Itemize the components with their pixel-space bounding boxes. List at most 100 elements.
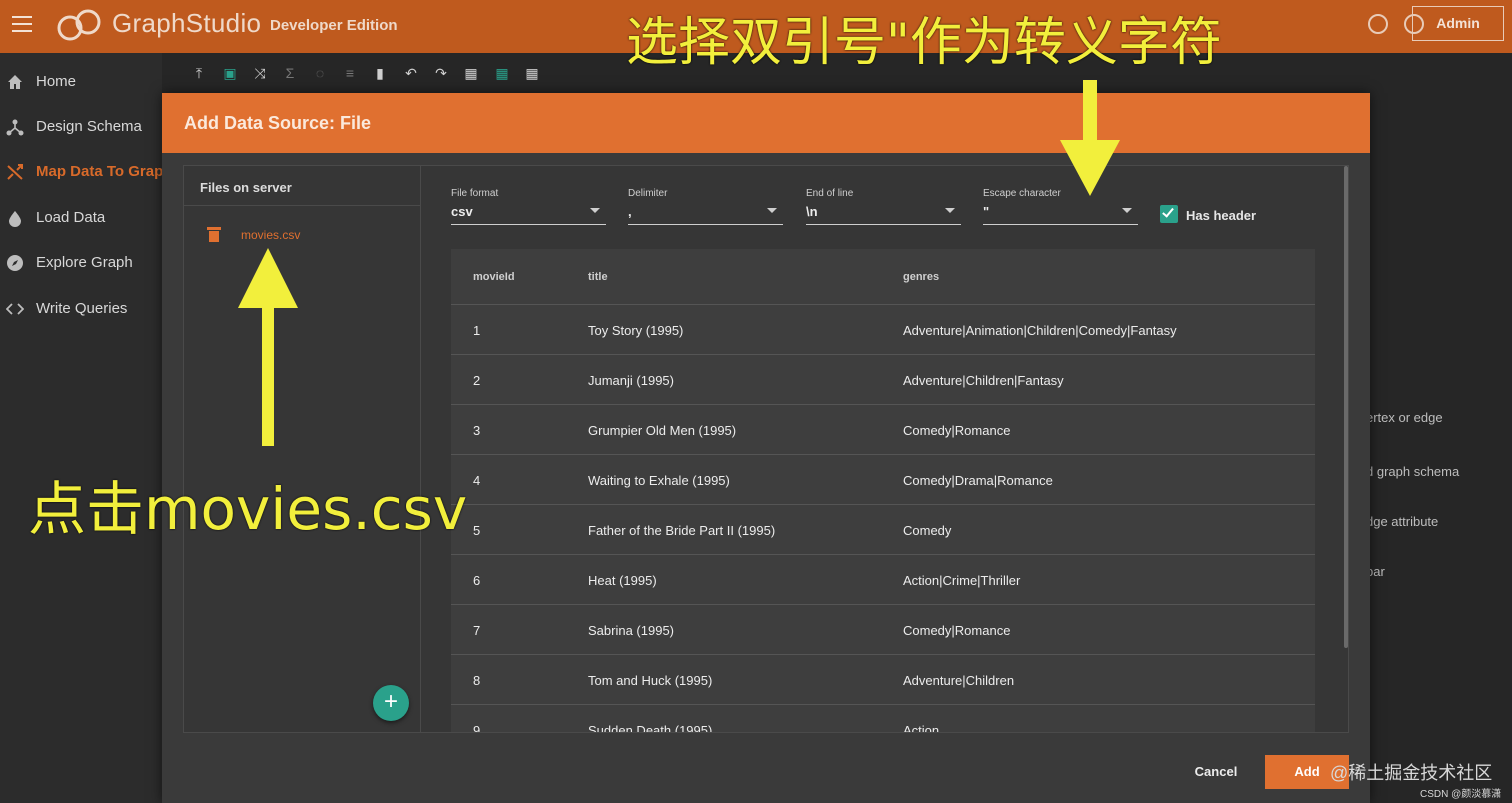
bulb-icon[interactable]: ◌ <box>309 62 331 84</box>
field-value: csv <box>451 204 473 219</box>
menu-icon[interactable] <box>12 16 32 34</box>
add-data-source-dialog: Add Data Source: File Files on server mo… <box>162 93 1370 803</box>
admin-button[interactable]: Admin <box>1412 6 1504 41</box>
hint-text: d graph schema <box>1366 464 1460 479</box>
scrollbar[interactable] <box>1344 166 1348 648</box>
compass-icon <box>6 254 24 272</box>
table-cell: 5 <box>473 523 481 538</box>
end-of-line-select[interactable]: End of line \n <box>806 188 961 226</box>
column-header: title <box>588 271 608 283</box>
chevron-down-icon <box>945 208 955 213</box>
column-header: movieId <box>473 271 515 283</box>
table-row: 6 Heat (1995) Action|Crime|Thriller <box>451 555 1315 605</box>
field-value: " <box>983 204 990 219</box>
field-label: Escape character <box>983 188 1061 199</box>
trash-icon[interactable] <box>207 227 221 242</box>
schema-icon <box>6 118 24 136</box>
table-row: 2 Jumanji (1995) Adventure|Children|Fantas… <box>451 355 1315 405</box>
arrow-up-icon <box>238 248 298 446</box>
dialog-header: Add Data Source: File <box>162 93 1370 153</box>
table-cell: Tom and Huck (1995) <box>588 673 713 688</box>
sidebar-item-label: Design Schema <box>36 118 142 135</box>
table-cell: 6 <box>473 573 481 588</box>
delimiter-select[interactable]: Delimiter , <box>628 188 783 226</box>
table-cell: Adventure|Animation|Children|Comedy|Fant… <box>903 323 1177 338</box>
table-cell: Adventure|Children <box>903 673 1015 688</box>
sidebar-item-design-schema[interactable]: Design Schema <box>0 108 162 148</box>
map-icon <box>6 163 24 181</box>
cancel-button[interactable]: Cancel <box>1178 755 1254 789</box>
sidebar-item-label: Write Queries <box>36 300 128 317</box>
help-icon[interactable] <box>1368 14 1388 34</box>
table-cell: Sudden Death (1995) <box>588 723 713 732</box>
table-row: 4 Waiting to Exhale (1995) Comedy|Drama|Ro… <box>451 455 1315 505</box>
sidebar: Home Design Schema Map Data To Graph Loa… <box>0 53 172 803</box>
files-panel: Files on server movies.csv + <box>184 166 421 732</box>
chevron-down-icon <box>767 208 777 213</box>
chevron-down-icon <box>590 208 600 213</box>
sidebar-item-home[interactable]: Home <box>0 63 162 103</box>
file-name[interactable]: movies.csv <box>241 228 300 242</box>
table-cell: Comedy|Drama|Romance <box>903 473 1053 488</box>
annotation-left: 点击movies.csv <box>28 475 468 543</box>
add-file-button[interactable]: + <box>373 685 409 721</box>
table-cell: Comedy|Romance <box>903 423 1011 438</box>
table-cell: 1 <box>473 323 481 338</box>
preview-table: movieId title genres 1 Toy Story (1995) Ad… <box>451 249 1315 732</box>
table-row: 3 Grumpier Old Men (1995) Comedy|Romance <box>451 405 1315 455</box>
table-cell: 4 <box>473 473 481 488</box>
dialog-body: Files on server movies.csv + File format… <box>183 165 1349 733</box>
sidebar-item-label: Home <box>36 73 77 90</box>
home-icon <box>6 73 24 91</box>
sidebar-item-load-data[interactable]: Load Data <box>0 199 162 239</box>
dialog-footer: Cancel Add <box>162 743 1370 803</box>
brand-name: GraphStudio <box>112 8 262 38</box>
map-icon[interactable]: ⤨ <box>249 62 271 84</box>
field-value: , <box>628 204 632 219</box>
table-row: 8 Tom and Huck (1995) Adventure|Children <box>451 655 1315 705</box>
table-cell: 2 <box>473 373 481 388</box>
undo-icon[interactable]: ↶ <box>400 62 422 84</box>
table-cell: Action <box>903 723 940 732</box>
table-edit-icon[interactable]: ▦ <box>521 62 543 84</box>
sidebar-item-write-queries[interactable]: Write Queries <box>0 290 162 330</box>
hint-text: dge attribute <box>1366 514 1439 529</box>
field-label: Delimiter <box>628 188 668 199</box>
sidebar-item-map-data[interactable]: Map Data To Graph <box>0 153 172 193</box>
filter-icon[interactable]: ≡ <box>339 62 361 84</box>
field-label: File format <box>451 188 499 199</box>
table-icon[interactable]: ▦ <box>460 62 482 84</box>
check-icon <box>1162 205 1174 218</box>
file-item-movies[interactable]: movies.csv <box>204 226 404 246</box>
upload-icon[interactable]: ⤒ <box>188 62 210 84</box>
sidebar-item-explore-graph[interactable]: Explore Graph <box>0 244 162 284</box>
table-cell: Father of the Bride Part II (1995) <box>588 523 776 538</box>
divider <box>184 205 420 206</box>
table-cell: Sabrina (1995) <box>588 623 674 638</box>
add-file-icon[interactable]: ▣ <box>219 62 241 84</box>
column-header: genres <box>903 271 940 283</box>
sigma-icon[interactable]: Σ <box>279 62 301 84</box>
table-add-icon[interactable]: ▦ <box>491 62 513 84</box>
graphstudio-logo-icon <box>57 9 101 41</box>
table-cell: Heat (1995) <box>588 573 657 588</box>
code-icon <box>5 300 25 318</box>
delete-icon[interactable]: ▮ <box>369 62 391 84</box>
table-cell: 9 <box>473 723 481 732</box>
sidebar-item-label: Load Data <box>36 209 106 226</box>
hint-text: ertex or edge <box>1366 410 1443 425</box>
table-header: movieId title genres <box>451 249 1315 305</box>
table-cell: 3 <box>473 423 481 438</box>
file-format-select[interactable]: File format csv <box>451 188 606 226</box>
redo-icon[interactable]: ↷ <box>430 62 452 84</box>
annotation-top: 选择双引号"作为转义字符 <box>626 13 1222 73</box>
table-cell: Comedy|Romance <box>903 623 1011 638</box>
table-cell: Jumanji (1995) <box>588 373 674 388</box>
has-header-checkbox[interactable] <box>1160 205 1178 223</box>
field-value: \n <box>806 204 818 219</box>
field-label: End of line <box>806 188 854 199</box>
arrow-down-icon <box>1060 80 1120 196</box>
file-preview-panel: File format csv Delimiter , End of line … <box>422 166 1348 732</box>
table-cell: 8 <box>473 673 481 688</box>
files-title: Files on server <box>200 180 292 195</box>
